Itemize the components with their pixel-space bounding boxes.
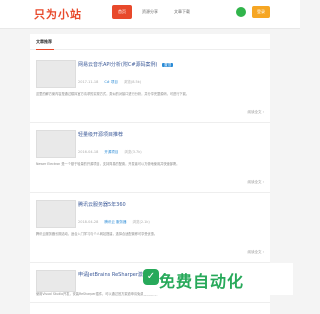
article-thumbnail[interactable] — [36, 270, 76, 292]
nav-resources[interactable]: 资源分享 — [136, 5, 164, 19]
article-views: 浏览(2.1k) — [132, 220, 150, 224]
pin-badge: 置顶 — [162, 63, 174, 67]
article-item: 轻量级开源项目推荐 2016-04-18 开源项目 浏览(3.7k) Newer… — [30, 122, 270, 193]
article-thumbnail[interactable] — [36, 200, 76, 228]
article-title[interactable]: 腾讯云服务器5年360 — [78, 201, 126, 208]
article-meta: 2016-04-18 开源项目 浏览(3.7k) — [78, 150, 142, 155]
article-category[interactable]: 开源项目 — [104, 150, 118, 155]
article-meta: 2018-04-28 腾讯云 服务器 浏览(2.1k) — [78, 220, 150, 225]
login-button[interactable]: 登录 — [252, 6, 270, 18]
article-item: 腾讯云服务器5年360 2018-04-28 腾讯云 服务器 浏览(2.1k) … — [30, 192, 270, 263]
read-more-link[interactable]: 阅读全文 › — [247, 180, 264, 185]
article-title[interactable]: 网易云音乐API分析(附C#源码案例) 置顶 — [78, 61, 174, 68]
nav-home[interactable]: 首页 — [112, 5, 132, 19]
watermark-text: 免费自动化 — [159, 272, 245, 291]
article-summary: 这里的解方案内容是通过模拟官方请求的实现方式，类似的对接口进行分析，并分享完整源… — [36, 92, 189, 96]
read-more-link[interactable]: 阅读全文 › — [247, 110, 264, 115]
article-date: 2018-04-28 — [78, 220, 99, 224]
article-item: 网易云音乐API分析(附C#源码案例) 置顶 2017-11-18 C# 项目 … — [30, 52, 270, 123]
article-date: 2016-04-18 — [78, 150, 99, 154]
article-date: 2017-11-18 — [78, 80, 99, 84]
article-summary: Newer Electron 是一个基于轻量的开源项目，支持简易的配置，开发者可… — [36, 162, 180, 166]
read-more-link[interactable]: 阅读全文 › — [247, 250, 264, 255]
wechat-icon[interactable] — [236, 7, 246, 17]
article-views: 浏览(8.5k) — [123, 80, 142, 84]
article-summary: 腾讯云服务器长期活动，适合入门学习与个人网站搭建，选择合适配置即可享受优惠。 — [36, 232, 158, 236]
article-title[interactable]: 轻量级开源项目推荐 — [78, 131, 123, 138]
watermark-overlay: ✓ 免费自动化 — [143, 263, 293, 295]
article-title[interactable]: 申请JetBrains ReSharper激活码 — [78, 271, 153, 278]
section-title: 文章推荐 — [36, 39, 52, 44]
article-thumbnail[interactable] — [36, 130, 76, 158]
article-category[interactable]: 腾讯云 服务器 — [104, 220, 126, 225]
article-thumbnail[interactable] — [36, 60, 76, 88]
article-category[interactable]: C# 项目 — [104, 80, 118, 85]
article-meta: 2017-11-18 C# 项目 浏览(8.5k) — [78, 80, 141, 85]
site-logo[interactable]: 只为小站 — [34, 6, 82, 22]
watermark-icon: ✓ — [143, 269, 159, 285]
article-views: 浏览(3.7k) — [124, 150, 142, 154]
main-nav: 首页 资源分享 文章下载 — [112, 5, 196, 19]
top-bar: 只为小站 首页 资源分享 文章下载 登录 — [0, 0, 300, 29]
section-divider — [30, 49, 270, 50]
nav-articles[interactable]: 文章下载 — [168, 5, 196, 19]
